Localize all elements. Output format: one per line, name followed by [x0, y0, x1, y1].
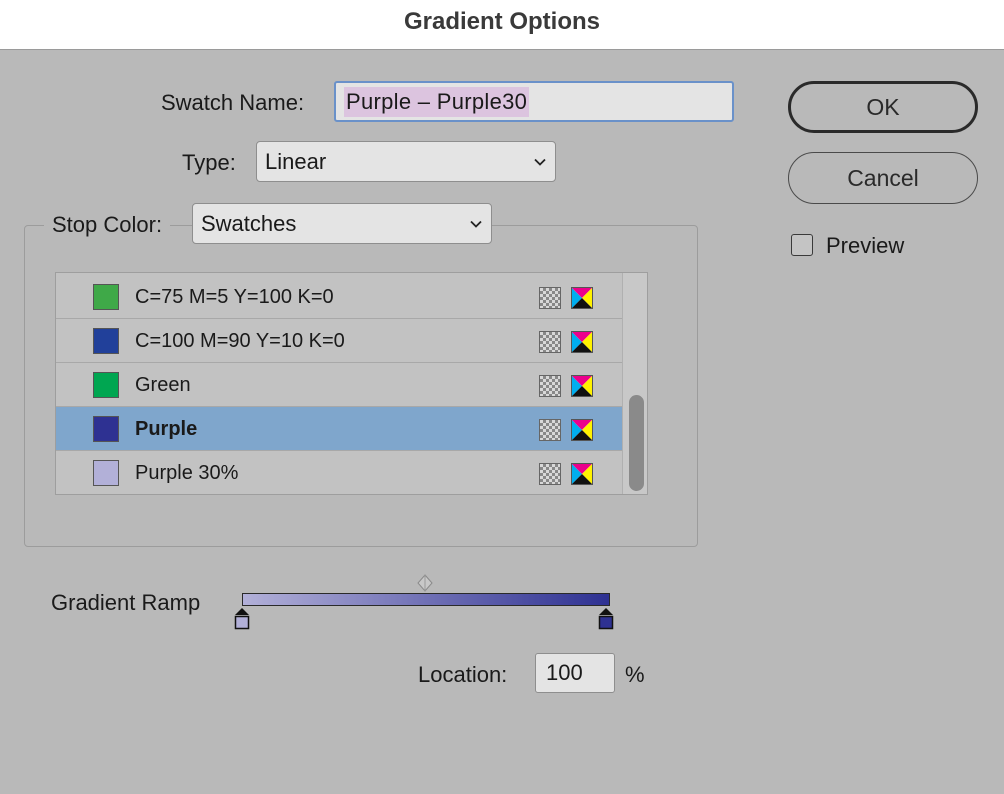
- stop-color-select[interactable]: Swatches: [192, 203, 492, 244]
- gradient-ramp-bar[interactable]: [242, 593, 610, 606]
- cmyk-mode-icon: [571, 331, 593, 353]
- transparency-icon: [539, 287, 561, 309]
- swatch-list[interactable]: C=75 M=5 Y=100 K=0 C=100 M=90 Y=10 K=0 G…: [55, 272, 648, 495]
- gradient-stop-end[interactable]: [598, 608, 614, 630]
- swatch-row-selected[interactable]: Purple: [56, 407, 622, 451]
- swatch-name-input[interactable]: Purple – Purple30: [334, 81, 734, 122]
- swatch-color-chip: [93, 328, 119, 354]
- swatch-name-label: Swatch Name:: [161, 90, 305, 115]
- preview-label: Preview: [826, 233, 905, 258]
- swatch-name: Purple 30%: [135, 462, 239, 484]
- type-value: Linear: [265, 148, 327, 174]
- location-input[interactable]: 100: [535, 653, 615, 693]
- transparency-icon: [539, 419, 561, 441]
- swatch-name: Purple: [135, 418, 198, 440]
- preview-checkbox[interactable]: [791, 234, 813, 256]
- swatch-row[interactable]: C=75 M=5 Y=100 K=0: [56, 275, 622, 319]
- stop-color-label: Stop Color:: [44, 212, 171, 238]
- swatch-color-chip: [93, 284, 119, 310]
- swatch-row[interactable]: Green: [56, 363, 622, 407]
- cancel-button[interactable]: Cancel: [788, 152, 978, 204]
- ok-button[interactable]: OK: [788, 81, 978, 133]
- swatch-row[interactable]: C=100 M=90 Y=10 K=0: [56, 319, 622, 363]
- chevron-down-icon: [534, 158, 546, 166]
- chevron-down-icon: [470, 220, 482, 228]
- cmyk-mode-icon: [571, 287, 593, 309]
- location-label: Location:: [418, 662, 508, 687]
- location-unit: %: [625, 662, 645, 687]
- swatch-color-chip: [93, 460, 119, 486]
- swatch-color-chip: [93, 416, 119, 442]
- swatch-color-chip: [93, 372, 119, 398]
- cmyk-mode-icon: [571, 463, 593, 485]
- cmyk-mode-icon: [571, 375, 593, 397]
- transparency-icon: [539, 331, 561, 353]
- scrollbar-thumb[interactable]: [629, 395, 644, 491]
- type-select[interactable]: Linear: [256, 141, 556, 182]
- transparency-icon: [539, 375, 561, 397]
- cmyk-mode-icon: [571, 419, 593, 441]
- swatch-name: C=100 M=90 Y=10 K=0: [135, 330, 345, 352]
- midpoint-diamond-icon[interactable]: [417, 574, 433, 592]
- transparency-icon: [539, 463, 561, 485]
- gradient-stop-start[interactable]: [234, 608, 250, 630]
- type-label: Type:: [182, 150, 236, 175]
- swatch-name: Green: [135, 374, 191, 396]
- gradient-ramp-label: Gradient Ramp: [51, 590, 201, 615]
- dialog-title: Gradient Options: [403, 7, 600, 35]
- dialog-title-bar: Gradient Options: [0, 0, 1004, 50]
- swatch-name-value: Purple – Purple30: [344, 86, 530, 117]
- swatch-row[interactable]: Purple 30%: [56, 451, 622, 494]
- swatch-name: C=75 M=5 Y=100 K=0: [135, 286, 334, 308]
- swatch-list-scrollbar[interactable]: [622, 273, 647, 494]
- stop-color-value: Swatches: [201, 210, 297, 236]
